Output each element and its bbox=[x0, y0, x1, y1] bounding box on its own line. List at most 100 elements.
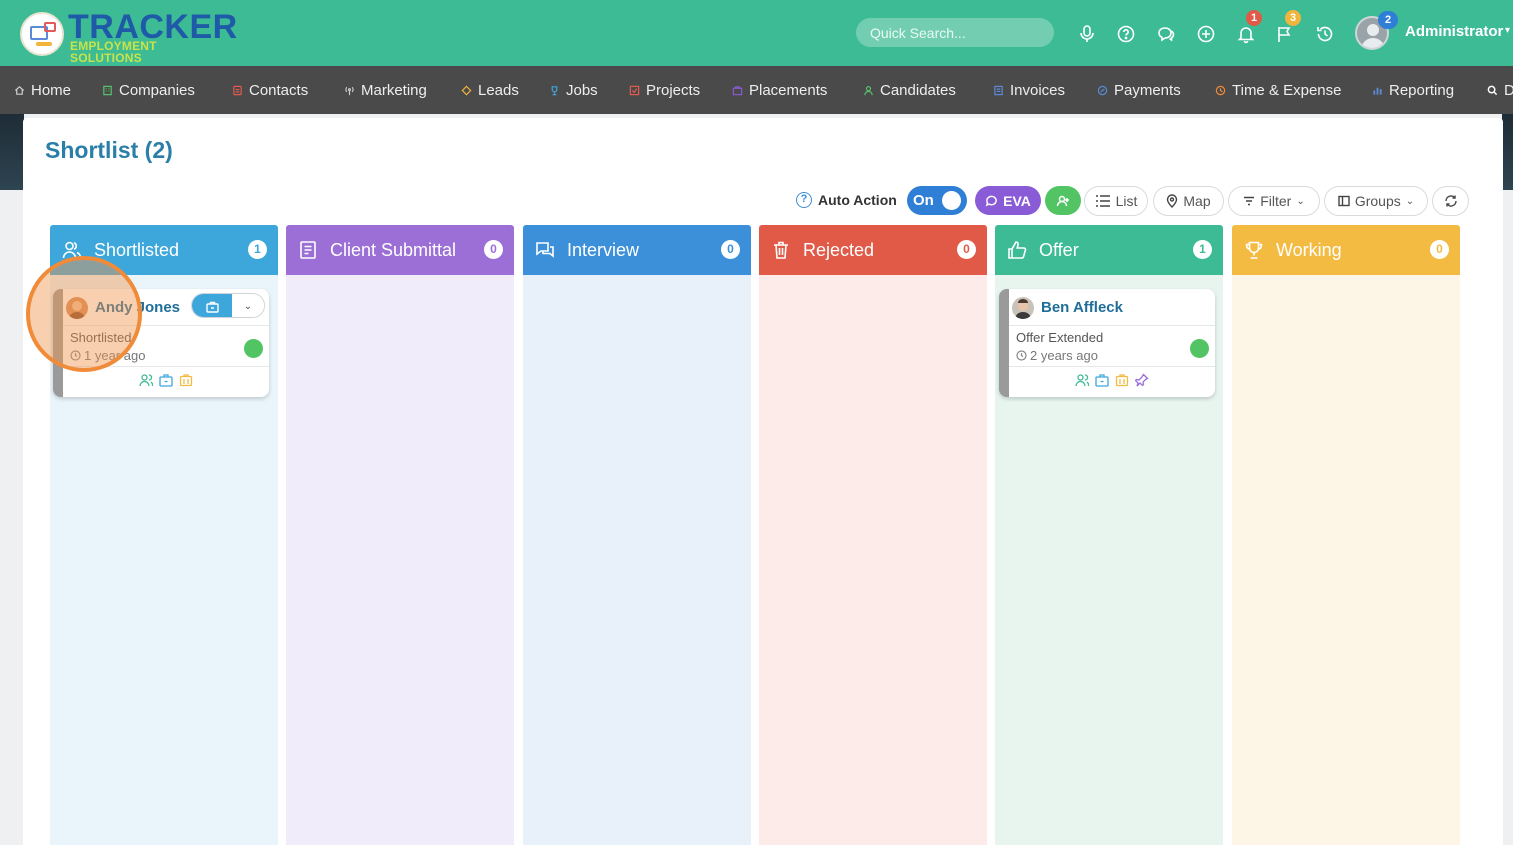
nav-label: Contacts bbox=[249, 81, 309, 99]
chat-icon[interactable] bbox=[1156, 24, 1176, 44]
nav-time-expense[interactable]: Time & Expense bbox=[1215, 80, 1342, 100]
filter-button[interactable]: Filter ⌄ bbox=[1228, 186, 1320, 216]
candidate-name[interactable]: Andy Jones bbox=[95, 299, 180, 316]
quick-search-input[interactable] bbox=[856, 18, 1054, 47]
column-client-submittal: Client Submittal 0 bbox=[286, 225, 514, 845]
groups-button[interactable]: Groups ⌄ bbox=[1324, 186, 1428, 216]
candidate-card[interactable]: Andy Jones ⌄ Shortlisted 1 year ago bbox=[53, 289, 269, 397]
user-icon[interactable] bbox=[1075, 373, 1089, 387]
building-icon bbox=[102, 85, 113, 96]
nav-companies[interactable]: Companies bbox=[102, 80, 195, 100]
column-body bbox=[1232, 275, 1460, 845]
column-header[interactable]: Client Submittal 0 bbox=[286, 225, 514, 275]
nav-jobs[interactable]: Jobs bbox=[549, 80, 598, 100]
nav-label: Payments bbox=[1114, 81, 1181, 99]
microphone-icon[interactable] bbox=[1077, 24, 1097, 44]
toggle-knob bbox=[942, 191, 961, 210]
nav-overflow[interactable]: D bbox=[1487, 80, 1513, 100]
nav-payments[interactable]: Payments bbox=[1097, 80, 1181, 100]
column-interview: Interview 0 bbox=[523, 225, 751, 845]
nav-label: Time & Expense bbox=[1232, 81, 1342, 99]
column-header[interactable]: Offer 1 bbox=[995, 225, 1223, 275]
nav-placements[interactable]: Placements bbox=[732, 80, 827, 100]
card-icons bbox=[1009, 373, 1215, 387]
nav-leads[interactable]: Leads bbox=[461, 80, 519, 100]
comments-icon bbox=[535, 240, 555, 260]
clipboard-icon[interactable] bbox=[179, 373, 193, 387]
history-icon[interactable] bbox=[1315, 24, 1335, 44]
nav-home[interactable]: Home bbox=[14, 80, 71, 100]
home-icon bbox=[14, 85, 25, 96]
column-count: 1 bbox=[1193, 240, 1212, 259]
auto-action[interactable]: ? Auto Action bbox=[796, 192, 897, 208]
chat-bubble-icon bbox=[985, 195, 997, 207]
column-count: 0 bbox=[1430, 240, 1449, 259]
auto-action-label: Auto Action bbox=[818, 192, 897, 208]
nav-invoices[interactable]: Invoices bbox=[993, 80, 1065, 100]
background-strip bbox=[1502, 114, 1513, 190]
logo-subtitle: EMPLOYMENT SOLUTIONS bbox=[70, 39, 157, 65]
clipboard-icon[interactable] bbox=[1115, 373, 1129, 387]
app-logo[interactable]: TRACKER EMPLOYMENT SOLUTIONS bbox=[20, 10, 237, 64]
column-body bbox=[286, 275, 514, 845]
column-count: 1 bbox=[248, 240, 267, 259]
top-bar: TRACKER EMPLOYMENT SOLUTIONS 1 3 2 Admin… bbox=[0, 0, 1513, 66]
eva-button[interactable]: EVA bbox=[975, 186, 1041, 215]
bell-icon[interactable]: 1 bbox=[1236, 10, 1262, 44]
nav-label: Marketing bbox=[361, 81, 427, 99]
candidate-action-button[interactable] bbox=[1045, 186, 1081, 215]
column-count: 0 bbox=[484, 240, 503, 259]
candidate-name[interactable]: Ben Affleck bbox=[1041, 299, 1123, 316]
nav-reporting[interactable]: Reporting bbox=[1372, 80, 1454, 100]
trash-icon bbox=[771, 240, 791, 260]
auto-action-toggle[interactable]: On bbox=[907, 186, 967, 215]
user-menu[interactable]: Administrator bbox=[1405, 23, 1503, 40]
divider bbox=[63, 325, 269, 326]
status-indicator bbox=[244, 339, 263, 358]
chevron-down-icon[interactable]: ▾ bbox=[1505, 25, 1510, 36]
nav-label: D bbox=[1504, 81, 1513, 99]
nav-marketing[interactable]: Marketing bbox=[344, 80, 427, 100]
candidate-status: Offer Extended bbox=[1016, 330, 1104, 345]
chevron-down-icon: ⌄ bbox=[1405, 195, 1415, 207]
map-view-button[interactable]: Map bbox=[1153, 186, 1224, 216]
briefcase-icon[interactable] bbox=[159, 373, 173, 387]
map-pin-icon bbox=[1167, 194, 1178, 208]
invoice-icon bbox=[993, 85, 1004, 96]
column-header[interactable]: Interview 0 bbox=[523, 225, 751, 275]
user-icon[interactable] bbox=[139, 373, 153, 387]
chevron-down-icon[interactable]: ⌄ bbox=[232, 294, 264, 317]
nav-projects[interactable]: Projects bbox=[629, 80, 700, 100]
column-title: Offer bbox=[1039, 239, 1079, 260]
list-label: List bbox=[1115, 193, 1138, 209]
help-icon[interactable]: ? bbox=[796, 192, 812, 208]
nav-candidates[interactable]: Candidates bbox=[863, 80, 956, 100]
nav-label: Jobs bbox=[566, 81, 598, 99]
submit-button[interactable] bbox=[192, 294, 232, 317]
column-header[interactable]: Shortlisted 1 bbox=[50, 225, 278, 275]
pin-icon[interactable] bbox=[1135, 373, 1149, 387]
column-count: 0 bbox=[957, 240, 976, 259]
add-icon[interactable] bbox=[1196, 24, 1216, 44]
list-view-button[interactable]: List bbox=[1084, 186, 1148, 216]
briefcase-icon[interactable] bbox=[1095, 373, 1109, 387]
avatar bbox=[1012, 297, 1034, 319]
nav-label: Placements bbox=[749, 81, 828, 99]
columns-icon bbox=[1338, 195, 1350, 207]
column-title: Working bbox=[1276, 239, 1342, 260]
refresh-button[interactable] bbox=[1432, 186, 1469, 216]
trophy-icon bbox=[1244, 240, 1264, 260]
column-header[interactable]: Working 0 bbox=[1232, 225, 1460, 275]
candidate-card[interactable]: Ben Affleck Offer Extended 2 years ago bbox=[999, 289, 1215, 397]
column-title: Interview bbox=[567, 239, 640, 260]
groups-label: Groups bbox=[1354, 193, 1401, 209]
status-indicator bbox=[1190, 339, 1209, 358]
nav-contacts[interactable]: Contacts bbox=[232, 80, 308, 100]
candidate-time: 2 years ago bbox=[1016, 348, 1098, 363]
help-icon[interactable] bbox=[1116, 24, 1136, 44]
column-body bbox=[759, 275, 987, 845]
flag-icon[interactable]: 3 bbox=[1275, 10, 1301, 44]
background-strip bbox=[0, 114, 24, 190]
column-header[interactable]: Rejected 0 bbox=[759, 225, 987, 275]
candidate-time: 1 year ago bbox=[70, 348, 145, 363]
